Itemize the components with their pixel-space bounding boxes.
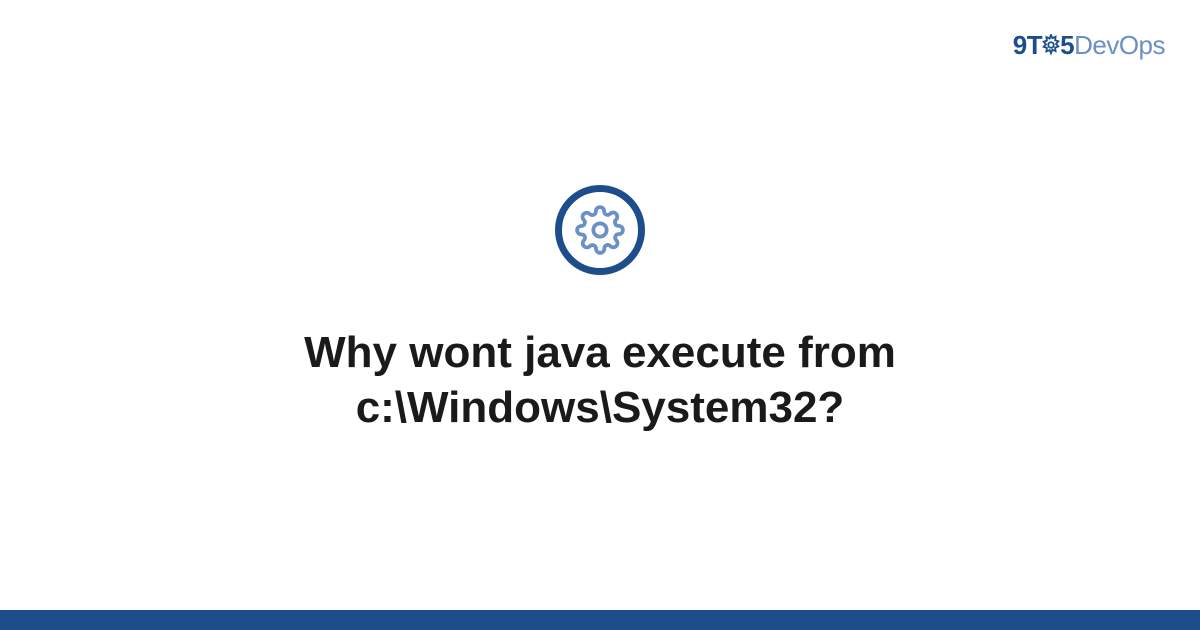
brand-prefix: 9T bbox=[1013, 30, 1042, 60]
gear-icon bbox=[575, 205, 625, 255]
main-content: Why wont java execute from c:\Windows\Sy… bbox=[0, 185, 1200, 435]
brand-suffix: DevOps bbox=[1074, 30, 1165, 60]
gear-icon-small bbox=[1040, 32, 1062, 63]
brand-middle: 5 bbox=[1060, 30, 1074, 60]
brand-logo: 9T 5DevOps bbox=[1013, 30, 1165, 63]
bottom-accent-bar bbox=[0, 610, 1200, 630]
gear-icon-circle bbox=[555, 185, 645, 275]
page-title: Why wont java execute from c:\Windows\Sy… bbox=[0, 325, 1200, 435]
